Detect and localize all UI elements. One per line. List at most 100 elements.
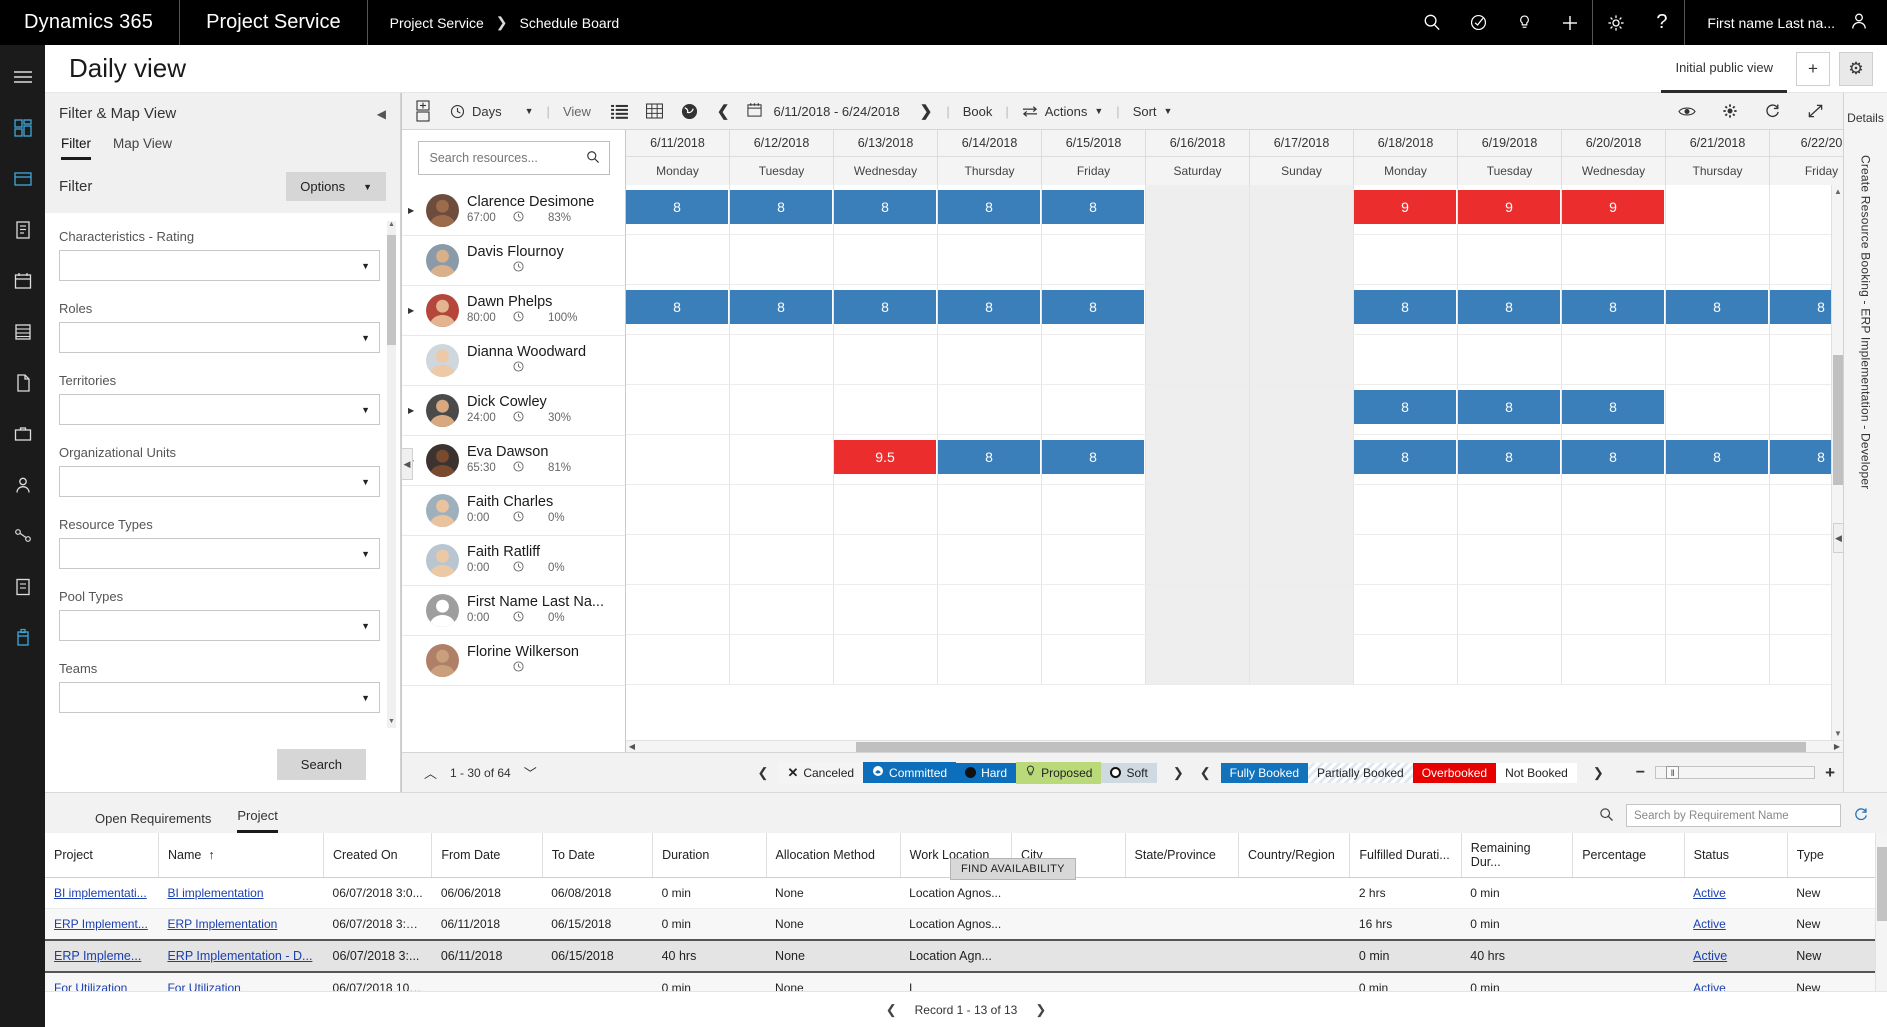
record-link[interactable]: ERP Implementation [167, 917, 277, 931]
column-header[interactable]: Status [1684, 833, 1788, 878]
status-link[interactable]: Active [1693, 917, 1726, 931]
filter-check-icon[interactable] [1455, 0, 1501, 45]
booking-bar[interactable]: 8 [1666, 290, 1768, 324]
schedule-cell[interactable] [1354, 335, 1458, 384]
schedule-cell[interactable]: 8 [1666, 435, 1770, 484]
status-link[interactable]: Active [1693, 981, 1726, 991]
sort-dropdown[interactable]: Sort ▼ [1122, 93, 1184, 130]
schedule-cell[interactable] [1042, 535, 1146, 584]
schedule-cell[interactable] [1042, 635, 1146, 684]
schedule-cell[interactable]: 9.5 [834, 435, 938, 484]
actions-dropdown[interactable]: Actions ▼ [1011, 93, 1115, 130]
schedule-cell[interactable] [1250, 535, 1354, 584]
schedule-cell[interactable]: 9 [1354, 185, 1458, 234]
resource-row[interactable]: ▶ Dick Cowley 24:00 30% [402, 386, 625, 436]
schedule-cell[interactable] [938, 385, 1042, 434]
time-scale-dropdown[interactable]: Days ▼ [439, 93, 545, 130]
hamburger-menu-icon[interactable] [0, 53, 45, 100]
booking-bar[interactable]: 8 [938, 440, 1040, 474]
sidebar-item-activities[interactable] [0, 155, 45, 202]
schedule-cell[interactable] [938, 635, 1042, 684]
schedule-cell[interactable] [834, 335, 938, 384]
column-header[interactable]: Country/Region [1238, 833, 1351, 878]
booking-bar[interactable]: 8 [730, 290, 832, 324]
schedule-cell[interactable] [1146, 285, 1250, 334]
booking-bar[interactable]: 9.5 [834, 440, 936, 474]
column-header[interactable]: Fulfilled Durati... [1349, 833, 1462, 878]
schedule-cell[interactable]: 8 [1562, 285, 1666, 334]
options-dropdown-button[interactable]: Options ▼ [286, 172, 386, 201]
scroll-up-icon[interactable]: ▲ [387, 221, 396, 231]
booking-bar[interactable]: 8 [1042, 290, 1144, 324]
next-record-icon[interactable]: ❯ [1035, 1002, 1046, 1018]
booking-bar[interactable]: 8 [1354, 440, 1456, 474]
sidebar-item-resources[interactable] [0, 461, 45, 508]
schedule-cell[interactable] [1666, 635, 1770, 684]
plus-icon[interactable] [1547, 0, 1594, 45]
schedule-cell[interactable]: 8 [834, 185, 938, 234]
column-header[interactable]: State/Province [1125, 833, 1239, 878]
gear-icon[interactable] [1593, 0, 1639, 45]
record-link[interactable]: BI implementation [167, 886, 263, 900]
eye-icon[interactable] [1665, 93, 1709, 130]
legend-not-booked[interactable]: Not Booked [1496, 762, 1577, 783]
characteristics-rating-select[interactable]: ▼ [59, 250, 380, 281]
schedule-cell[interactable] [1250, 285, 1354, 334]
scroll-left-icon[interactable]: ◀ [626, 741, 638, 753]
booking-bar[interactable]: 9 [1562, 190, 1664, 224]
grid-view-button[interactable] [637, 93, 672, 130]
schedule-cell[interactable] [1250, 485, 1354, 534]
schedule-cell[interactable] [938, 235, 1042, 284]
schedule-cell[interactable] [834, 585, 938, 634]
column-header[interactable]: Created On [323, 833, 433, 878]
schedule-cell[interactable] [626, 585, 730, 634]
schedule-cell[interactable] [730, 635, 834, 684]
booking-bar[interactable]: 8 [834, 290, 936, 324]
schedule-cell[interactable] [938, 585, 1042, 634]
schedule-cell[interactable]: 8 [938, 185, 1042, 234]
schedule-cell[interactable]: 8 [1458, 285, 1562, 334]
utilization-prev-icon[interactable]: ❮ [1200, 765, 1211, 781]
schedule-cell[interactable] [1146, 585, 1250, 634]
schedule-cell[interactable] [1458, 235, 1562, 284]
column-header[interactable]: Allocation Method [766, 833, 901, 878]
book-button[interactable]: Book [952, 93, 1004, 130]
schedule-cell[interactable] [1250, 585, 1354, 634]
expand-resource-icon[interactable]: ▶ [408, 206, 418, 215]
booking-bar[interactable]: 8 [626, 290, 728, 324]
booking-bar[interactable]: 8 [1458, 290, 1560, 324]
sidebar-item-connections[interactable] [0, 512, 45, 559]
booking-bar[interactable]: 8 [938, 290, 1040, 324]
legend-soft[interactable]: Soft [1101, 762, 1157, 783]
schedule-cell[interactable] [834, 385, 938, 434]
zoom-slider-track[interactable]: ‖ [1655, 766, 1816, 779]
schedule-cell[interactable] [730, 485, 834, 534]
previous-record-icon[interactable]: ❮ [886, 1002, 897, 1018]
pool-types-select[interactable]: ▼ [59, 610, 380, 641]
schedule-cell[interactable]: 8 [1042, 285, 1146, 334]
booking-bar[interactable]: 8 [730, 190, 832, 224]
page-down-icon[interactable]: ﹀ [524, 763, 537, 782]
legend-prev-icon[interactable]: ❮ [758, 765, 769, 781]
resource-row[interactable]: First Name Last Na... 0:00 0% [402, 586, 625, 636]
sidebar-item-cases[interactable] [0, 410, 45, 457]
resource-row[interactable]: Faith Ratliff 0:00 0% [402, 536, 625, 586]
table-vertical-scrollbar[interactable] [1875, 833, 1887, 991]
booking-bar[interactable]: 8 [1562, 290, 1664, 324]
schedule-cell[interactable] [1146, 185, 1250, 234]
collapse-resource-panel-handle[interactable]: ◀ [401, 448, 413, 480]
schedule-cell[interactable] [1250, 635, 1354, 684]
schedule-cell[interactable] [730, 435, 834, 484]
record-link[interactable]: ERP Implementation - D... [167, 949, 312, 963]
gear-icon[interactable] [1709, 93, 1751, 130]
search-icon[interactable] [1599, 807, 1614, 825]
expand-resource-icon[interactable]: ▶ [408, 406, 418, 415]
legend-canceled[interactable]: ✕ Canceled [778, 761, 864, 784]
schedule-cell[interactable] [1562, 535, 1666, 584]
tab-open-requirements[interactable]: Open Requirements [95, 811, 211, 833]
search-button[interactable]: Search [276, 748, 366, 780]
schedule-cell[interactable] [1562, 585, 1666, 634]
schedule-cell[interactable]: 8 [730, 285, 834, 334]
app-name[interactable]: Project Service [180, 0, 368, 45]
schedule-cell[interactable] [1250, 385, 1354, 434]
